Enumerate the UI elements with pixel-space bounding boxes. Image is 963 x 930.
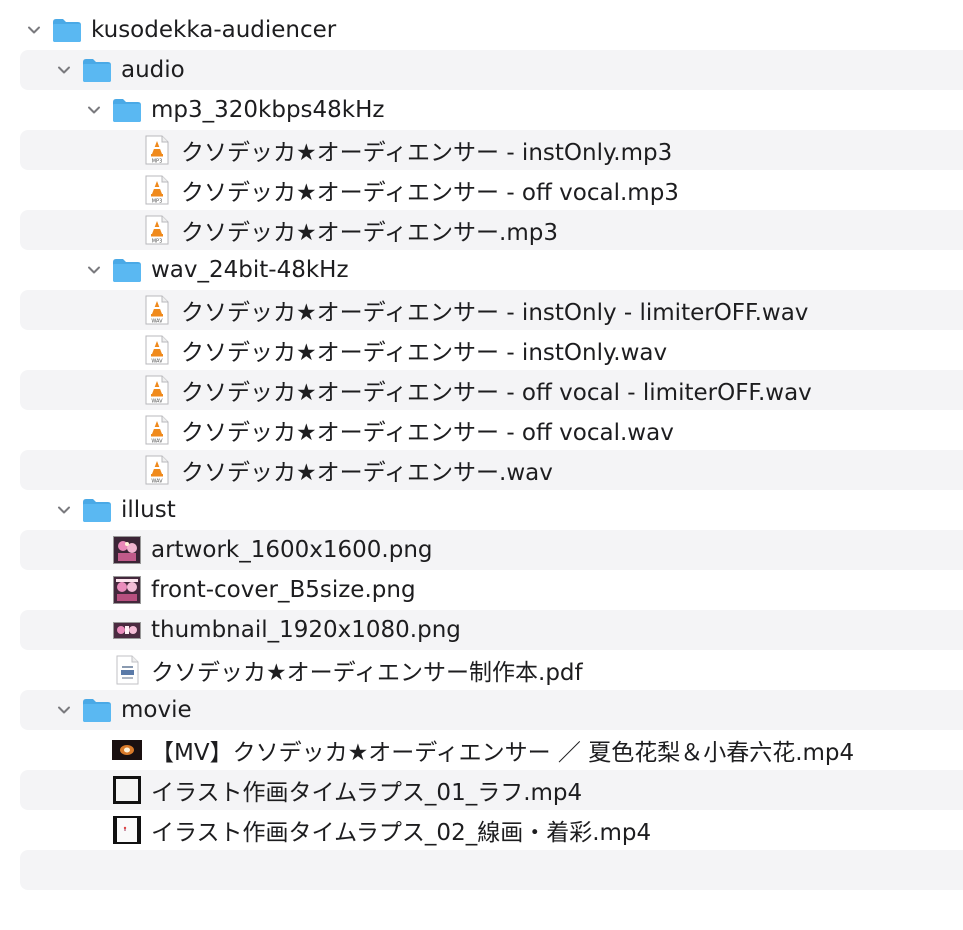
file-tree: kusodekka-audiencer audio mp3_320kbps48k… (0, 10, 963, 890)
chevron-down-icon[interactable] (54, 700, 74, 720)
folder-label: wav_24bit-48kHz (151, 257, 349, 283)
chevron-down-icon[interactable] (54, 60, 74, 80)
chevron-down-icon[interactable] (84, 100, 104, 120)
tree-row-file[interactable]: WAV クソデッカ★オーディエンサー.wav (20, 450, 963, 490)
wav-file-icon: WAV (142, 455, 172, 485)
tree-row-file[interactable]: イラスト作画タイムラプス_01_ラフ.mp4 (20, 770, 963, 810)
file-badge: WAV (151, 479, 163, 485)
folder-icon (112, 255, 142, 285)
wav-file-icon: WAV (142, 295, 172, 325)
tree-row-mp3-folder[interactable]: mp3_320kbps48kHz (20, 90, 963, 130)
mp3-file-icon: MP3 (142, 215, 172, 245)
file-badge: WAV (151, 319, 163, 325)
video-thumbnail-icon (112, 735, 142, 765)
mp3-file-icon: MP3 (142, 135, 172, 165)
chevron-down-icon[interactable] (24, 20, 44, 40)
file-badge: WAV (151, 439, 163, 445)
folder-label: audio (121, 57, 185, 83)
tree-row-file[interactable]: イラスト作画タイムラプス_02_線画・着彩.mp4 (20, 810, 963, 850)
wav-file-icon: WAV (142, 415, 172, 445)
chevron-down-icon[interactable] (84, 260, 104, 280)
wav-file-icon: WAV (142, 375, 172, 405)
file-label: クソデッカ★オーディエンサー - off vocal - limiterOFF.… (181, 380, 812, 406)
folder-icon (82, 695, 112, 725)
folder-label: kusodekka-audiencer (91, 17, 337, 43)
pdf-file-icon (112, 655, 142, 685)
tree-row-file[interactable]: artwork_1600x1600.png (20, 530, 963, 570)
file-label: イラスト作画タイムラプス_01_ラフ.mp4 (151, 780, 583, 806)
file-badge: MP3 (152, 159, 163, 165)
tree-row-file[interactable]: MP3 クソデッカ★オーディエンサー - instOnly.mp3 (20, 130, 963, 170)
file-label: 【MV】クソデッカ★オーディエンサー ／ 夏色花梨＆小春六花.mp4 (151, 740, 855, 766)
tree-row-file[interactable]: MP3 クソデッカ★オーディエンサー - off vocal.mp3 (20, 170, 963, 210)
image-thumbnail-icon (112, 575, 142, 605)
video-thumbnail-icon (112, 815, 142, 845)
tree-row-audio[interactable]: audio (20, 50, 963, 90)
file-label: クソデッカ★オーディエンサー - instOnly.wav (181, 340, 668, 366)
folder-label: illust (121, 497, 176, 523)
tree-row-file[interactable]: クソデッカ★オーディエンサー制作本.pdf (20, 650, 963, 690)
tree-row-file[interactable]: thumbnail_1920x1080.png (20, 610, 963, 650)
tree-row-file[interactable]: WAV クソデッカ★オーディエンサー - off vocal.wav (20, 410, 963, 450)
file-label: クソデッカ★オーディエンサー - instOnly.mp3 (181, 140, 673, 166)
tree-row-file[interactable]: MP3 クソデッカ★オーディエンサー.mp3 (20, 210, 963, 250)
tree-row-illust-folder[interactable]: illust (20, 490, 963, 530)
file-label: クソデッカ★オーディエンサー - off vocal.mp3 (181, 180, 679, 206)
tree-row-file[interactable]: WAV クソデッカ★オーディエンサー - instOnly.wav (20, 330, 963, 370)
tree-row-file[interactable]: WAV クソデッカ★オーディエンサー - instOnly - limiterO… (20, 290, 963, 330)
tree-row-file[interactable]: front-cover_B5size.png (20, 570, 963, 610)
file-label: front-cover_B5size.png (151, 577, 416, 603)
tree-row-movie-folder[interactable]: movie (20, 690, 963, 730)
folder-label: movie (121, 697, 192, 723)
tree-row-file[interactable]: 【MV】クソデッカ★オーディエンサー ／ 夏色花梨＆小春六花.mp4 (20, 730, 963, 770)
file-label: クソデッカ★オーディエンサー制作本.pdf (151, 660, 583, 686)
folder-icon (82, 495, 112, 525)
file-label: クソデッカ★オーディエンサー.wav (181, 460, 553, 486)
file-label: クソデッカ★オーディエンサー.mp3 (181, 220, 558, 246)
mp3-file-icon: MP3 (142, 175, 172, 205)
image-thumbnail-icon (112, 535, 142, 565)
wav-file-icon: WAV (142, 335, 172, 365)
file-label: クソデッカ★オーディエンサー - off vocal.wav (181, 420, 674, 446)
folder-label: mp3_320kbps48kHz (151, 97, 385, 123)
file-badge: WAV (151, 359, 163, 365)
video-thumbnail-icon (112, 775, 142, 805)
chevron-down-icon[interactable] (54, 500, 74, 520)
image-thumbnail-icon (112, 615, 142, 645)
folder-icon (52, 15, 82, 45)
file-badge: WAV (151, 399, 163, 405)
tree-row-file[interactable]: WAV クソデッカ★オーディエンサー - off vocal - limiter… (20, 370, 963, 410)
file-label: イラスト作画タイムラプス_02_線画・着彩.mp4 (151, 820, 652, 846)
file-label: クソデッカ★オーディエンサー - instOnly - limiterOFF.w… (181, 300, 809, 326)
empty-row (20, 850, 963, 890)
folder-icon (112, 95, 142, 125)
file-badge: MP3 (152, 239, 163, 245)
tree-row-root[interactable]: kusodekka-audiencer (20, 10, 963, 50)
folder-icon (82, 55, 112, 85)
file-label: thumbnail_1920x1080.png (151, 617, 461, 643)
tree-row-wav-folder[interactable]: wav_24bit-48kHz (20, 250, 963, 290)
file-badge: MP3 (152, 199, 163, 205)
file-label: artwork_1600x1600.png (151, 537, 433, 563)
